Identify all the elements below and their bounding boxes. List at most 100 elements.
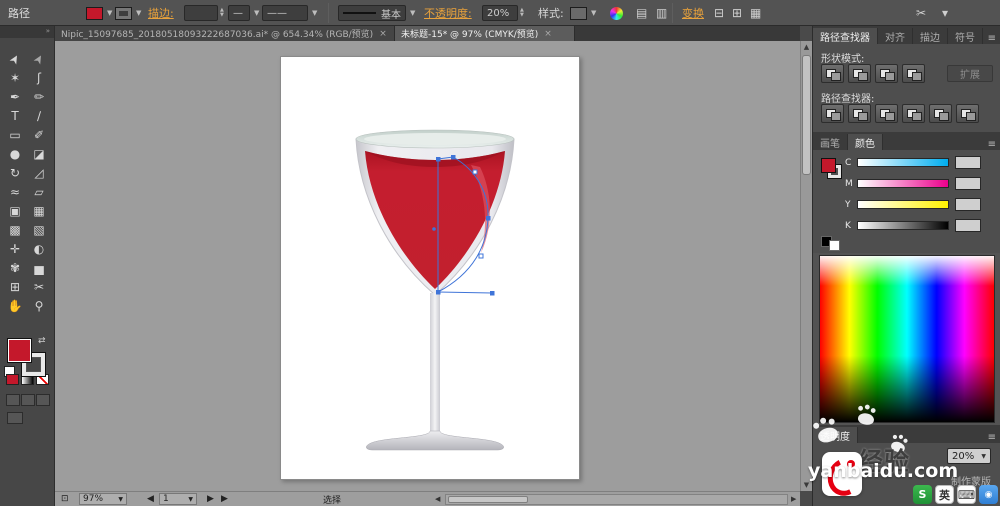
artboard-tool[interactable]: ⊞ [3, 278, 27, 297]
scroll-down-icon[interactable]: ▼ [801, 481, 812, 489]
fill-color-swatch[interactable]: ▼ [86, 5, 112, 21]
document-tab-2[interactable]: 未标题-15* @ 97% (CMYK/预览) × [395, 26, 575, 41]
stepper-icon[interactable]: ▲▼ [520, 8, 524, 18]
tab-brushes[interactable]: 画笔 [813, 134, 848, 150]
zoom-level-dropdown[interactable]: 97%▼ [79, 493, 127, 505]
selection-tool[interactable]: ➤ [3, 50, 27, 69]
yellow-slider[interactable]: Y [845, 198, 981, 211]
crop-button[interactable] [902, 104, 925, 123]
eyedropper-tool[interactable]: ✛ [3, 240, 27, 259]
column-graph-tool[interactable]: ▅ [27, 259, 51, 278]
type-tool[interactable]: T [3, 107, 27, 126]
merge-button[interactable] [875, 104, 898, 123]
ime-more-icon[interactable]: ◉ [979, 485, 998, 504]
tab-close-icon[interactable]: × [544, 29, 552, 39]
minus-back-button[interactable] [956, 104, 979, 123]
cyan-slider-track[interactable] [857, 158, 949, 167]
transparency-opacity-dropdown[interactable]: 20%▼ [947, 448, 991, 464]
draw-normal-mode-button[interactable] [6, 394, 20, 406]
tab-close-icon[interactable]: × [379, 29, 387, 39]
next-artboard-button[interactable]: ▶ [207, 493, 214, 505]
outline-button[interactable] [929, 104, 952, 123]
scroll-up-icon[interactable]: ▲ [801, 43, 812, 51]
shape-builder-tool[interactable]: ▣ [3, 202, 27, 221]
exclude-button[interactable] [902, 64, 925, 83]
opacity-field[interactable]: 20%▲▼ [482, 5, 524, 21]
scroll-right-icon[interactable]: ▶ [791, 493, 796, 505]
cyan-slider[interactable]: C [845, 156, 981, 169]
rectangle-tool[interactable]: ▭ [3, 126, 27, 145]
keyboard-icon[interactable]: ⌨ [957, 485, 976, 504]
arrange-button[interactable]: ▦ [750, 5, 761, 21]
stroke-color-swatch[interactable]: ▼ [115, 5, 141, 21]
ime-language-toggle[interactable]: 英 [935, 485, 954, 504]
first-artboard-button[interactable]: ◀ [147, 493, 154, 505]
yellow-slider-track[interactable] [857, 200, 949, 209]
artboard[interactable] [280, 56, 580, 480]
tab-color[interactable]: 颜色 [848, 134, 883, 150]
brush-dropdown[interactable]: —▼ [228, 5, 259, 21]
wine-glass-artwork[interactable] [281, 57, 581, 481]
vertical-scroll-thumb[interactable] [802, 55, 811, 175]
tab-stroke[interactable]: 描边 [913, 28, 948, 44]
paintbrush-tool[interactable]: ✐ [27, 126, 51, 145]
vertical-scrollbar[interactable]: ▲ ▼ [800, 41, 812, 491]
divide-button[interactable] [821, 104, 844, 123]
line-segment-tool[interactable]: ∕ [27, 107, 51, 126]
scale-tool[interactable]: ◿ [27, 164, 51, 183]
recolor-artwork-button[interactable] [610, 5, 623, 21]
unite-button[interactable] [821, 64, 844, 83]
color-spectrum-picker[interactable] [819, 255, 995, 423]
stepper-icon[interactable]: ▲▼ [220, 8, 224, 18]
blend-tool[interactable]: ◐ [27, 240, 51, 259]
magic-wand-tool[interactable]: ✶ [3, 69, 27, 88]
slice-tool[interactable]: ✂ [27, 278, 51, 297]
last-artboard-button[interactable]: ▶ [221, 493, 228, 505]
intersect-button[interactable] [875, 64, 898, 83]
preferences-button[interactable]: ▥ [656, 5, 667, 21]
magenta-slider-track[interactable] [857, 179, 949, 188]
black-slider-track[interactable] [857, 221, 949, 230]
tab-transparency[interactable]: 透明度 [813, 427, 858, 443]
scroll-left-icon[interactable]: ◀ [435, 493, 440, 505]
canvas-area[interactable] [55, 41, 800, 491]
eraser-tool[interactable]: ◪ [27, 145, 51, 164]
direct-selection-tool[interactable]: ➤ [27, 50, 51, 69]
document-setup-button[interactable]: ▤ [636, 5, 647, 21]
artboard-number-dropdown[interactable]: 1▼ [159, 493, 197, 505]
mesh-tool[interactable]: ▩ [3, 221, 27, 240]
tab-align[interactable]: 对齐 [878, 28, 913, 44]
isolate-button[interactable]: ✂ [916, 5, 926, 21]
width-profile-dropdown[interactable]: ——▼ [262, 5, 317, 21]
symbol-sprayer-tool[interactable]: ✾ [3, 259, 27, 278]
toolbar-collapse-handle[interactable]: » [0, 26, 54, 38]
magenta-slider[interactable]: M [845, 177, 981, 190]
white-swatch[interactable] [829, 240, 840, 251]
minus-front-button[interactable] [848, 64, 871, 83]
fill-indicator-swatch[interactable] [7, 338, 32, 363]
horizontal-scroll-thumb[interactable] [448, 496, 528, 503]
stroke-weight-field[interactable]: ▲▼ [184, 5, 224, 21]
document-tab-1[interactable]: Nipic_15097685_20180518093222687036.ai* … [55, 26, 395, 41]
draw-behind-mode-button[interactable] [21, 394, 35, 406]
tab-symbols[interactable]: 符号 [948, 28, 983, 44]
blob-brush-tool[interactable]: ● [3, 145, 27, 164]
zoom-tool[interactable]: ⚲ [27, 297, 51, 316]
sogou-ime-icon[interactable]: S [913, 485, 932, 504]
panel-menu-icon[interactable]: ≡ [988, 33, 996, 44]
fill-proxy-swatch[interactable] [821, 158, 836, 173]
distribute-objects-button[interactable]: ⊞ [732, 5, 742, 21]
lasso-tool[interactable]: ʃ [27, 69, 51, 88]
align-objects-button[interactable]: ⊟ [714, 5, 724, 21]
black-slider[interactable]: K [845, 219, 981, 232]
gradient-tool[interactable]: ▧ [27, 221, 51, 240]
color-mode-button[interactable] [6, 374, 19, 385]
draw-inside-mode-button[interactable] [36, 394, 50, 406]
width-tool[interactable]: ≈ [3, 183, 27, 202]
rotate-tool[interactable]: ↻ [3, 164, 27, 183]
perspective-grid-tool[interactable]: ▦ [27, 202, 51, 221]
swap-fill-stroke-icon[interactable]: ⇄ [38, 336, 46, 346]
horizontal-scrollbar[interactable] [445, 494, 788, 505]
pencil-tool[interactable]: ✏ [27, 88, 51, 107]
more-options-button[interactable]: ▾ [942, 5, 948, 21]
